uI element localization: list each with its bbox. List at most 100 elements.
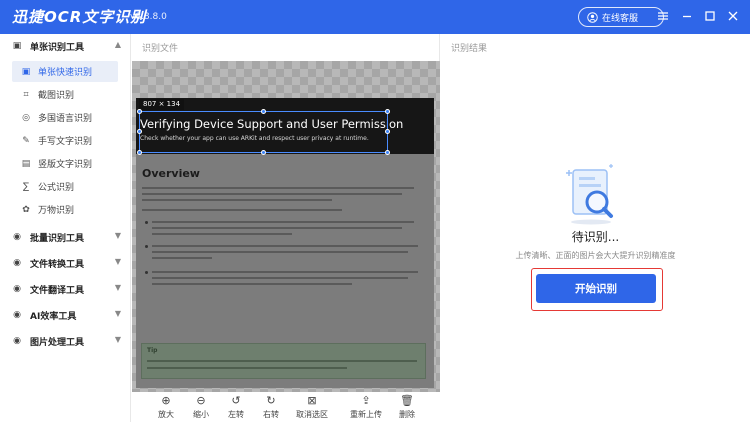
sidebar-item-handwriting[interactable]: ✎ 手写文字识别 bbox=[12, 130, 118, 151]
start-recognition-button[interactable]: 开始识别 bbox=[536, 274, 656, 303]
pending-status: 待识别... bbox=[571, 230, 620, 244]
upload-icon: ⇪ bbox=[361, 394, 371, 407]
document-text-line bbox=[142, 199, 332, 201]
resize-handle[interactable] bbox=[385, 109, 390, 114]
preview-toolbar: ⊕ 放大 ⊖ 缩小 ↺ 左转 ↻ 右转 ⊠ 取消选区 ⇪ 重新上传 🗑 删除 bbox=[132, 392, 440, 422]
sidebar-item-formula[interactable]: ∑ 公式识别 bbox=[12, 176, 118, 197]
zoom-in-button[interactable]: ⊕ 放大 bbox=[146, 394, 186, 422]
document-text-line bbox=[152, 271, 418, 273]
trash-icon: 🗑 bbox=[400, 394, 414, 407]
document-text-line bbox=[142, 187, 414, 189]
sidebar-item-quick-recognition[interactable]: ▣ 单张快速识别 bbox=[12, 61, 118, 82]
image-icon: ▣ bbox=[12, 41, 22, 51]
reupload-label: 重新上传 bbox=[350, 410, 382, 419]
document-text-line bbox=[142, 193, 402, 195]
title-bar: 迅捷OCR文字识别 v8.8.8.0 在线客服 bbox=[0, 0, 750, 34]
rotate-left-button[interactable]: ↺ 左转 bbox=[216, 394, 256, 422]
sidebar-group-label: 图片处理工具 bbox=[30, 337, 85, 348]
app-version: v8.8.8.0 bbox=[130, 12, 167, 22]
zoom-in-icon: ⊕ bbox=[161, 394, 171, 407]
customer-service-button[interactable]: 在线客服 bbox=[578, 7, 664, 27]
document-section-heading: Overview bbox=[142, 167, 200, 180]
zoom-out-button[interactable]: ⊖ 缩小 bbox=[181, 394, 221, 422]
close-icon[interactable] bbox=[726, 9, 740, 23]
sidebar-group-label: 文件翻译工具 bbox=[30, 285, 85, 296]
sidebar-item-label: 截图识别 bbox=[38, 91, 75, 101]
sidebar-item-object[interactable]: ✿ 万物识别 bbox=[12, 199, 118, 220]
sidebar-item-label: 万物识别 bbox=[38, 206, 75, 216]
document-bullet bbox=[145, 245, 148, 248]
sidebar-group-label: 单张识别工具 bbox=[30, 42, 85, 53]
cancel-selection-button[interactable]: ⊠ 取消选区 bbox=[292, 394, 332, 422]
selection-size-badge: 807 × 134 bbox=[139, 99, 185, 110]
document-text-line bbox=[152, 283, 352, 285]
zoom-out-icon: ⊖ bbox=[196, 394, 206, 407]
sidebar: ▣ 单张识别工具 ▲ ▣ 单张快速识别 ⌗ 截图识别 ◎ 多国语言识别 ✎ 手写… bbox=[0, 34, 131, 422]
delete-label: 删除 bbox=[399, 410, 415, 419]
upload-hint: 上传清晰、正面的图片会大大提升识别精准度 bbox=[515, 251, 676, 260]
resize-handle[interactable] bbox=[137, 129, 142, 134]
rotate-right-button[interactable]: ↻ 右转 bbox=[251, 394, 291, 422]
flower-icon: ✿ bbox=[22, 204, 30, 215]
sidebar-group-image-process[interactable]: ◉ 图片处理工具 ▼ bbox=[0, 330, 131, 352]
document-text-line bbox=[152, 277, 408, 279]
sidebar-group-batch[interactable]: ◉ 批量识别工具 ▼ bbox=[0, 226, 131, 248]
document-text-line bbox=[152, 221, 414, 223]
resize-handle[interactable] bbox=[137, 109, 142, 114]
resize-handle[interactable] bbox=[261, 150, 266, 155]
pen-icon: ✎ bbox=[22, 135, 30, 146]
minimize-icon[interactable] bbox=[680, 9, 694, 23]
chevron-down-icon: ▼ bbox=[114, 309, 121, 318]
sidebar-group-ai[interactable]: ◉ AI效率工具 ▼ bbox=[0, 304, 131, 326]
resize-handle[interactable] bbox=[137, 150, 142, 155]
selection-box[interactable] bbox=[137, 109, 390, 155]
delete-button[interactable]: 🗑 删除 bbox=[387, 394, 427, 422]
chevron-down-icon: ▼ bbox=[114, 257, 121, 266]
sidebar-item-label: 竖版文字识别 bbox=[38, 160, 93, 170]
sidebar-group-label: 文件转换工具 bbox=[30, 259, 85, 270]
sidebar-group-single[interactable]: ▣ 单张识别工具 ▲ bbox=[0, 35, 131, 57]
document-bullet bbox=[145, 221, 148, 224]
document-text-line bbox=[152, 257, 212, 259]
document-text-line bbox=[147, 360, 417, 362]
file-panel: 识别文件 Verifying Device Support and User P… bbox=[132, 34, 440, 422]
resize-handle[interactable] bbox=[385, 150, 390, 155]
maximize-icon[interactable] bbox=[703, 9, 717, 23]
sidebar-group-translate[interactable]: ◉ 文件翻译工具 ▼ bbox=[0, 278, 131, 300]
sidebar-item-label: 手写文字识别 bbox=[38, 137, 93, 147]
document-tip-label: Tip bbox=[147, 347, 158, 354]
resize-handle[interactable] bbox=[261, 109, 266, 114]
image-process-icon: ◉ bbox=[13, 336, 21, 346]
crop-icon: ⌗ bbox=[23, 89, 29, 100]
sidebar-group-convert[interactable]: ◉ 文件转换工具 ▼ bbox=[0, 252, 131, 274]
sidebar-item-multilanguage[interactable]: ◎ 多国语言识别 bbox=[12, 107, 118, 128]
cancel-selection-icon: ⊠ bbox=[307, 394, 317, 407]
chevron-down-icon: ▼ bbox=[114, 283, 121, 292]
result-panel: 识别结果 待识别... 上传清晰、正面的图片会大大提升识别精准度 开始识别 bbox=[441, 34, 750, 422]
chevron-down-icon: ▼ bbox=[114, 335, 121, 344]
document-search-icon bbox=[566, 164, 613, 225]
sidebar-item-label: 公式识别 bbox=[38, 183, 75, 193]
rotate-left-label: 左转 bbox=[228, 410, 244, 419]
zoom-in-label: 放大 bbox=[158, 410, 174, 419]
batch-icon: ◉ bbox=[13, 232, 21, 242]
file-panel-label: 识别文件 bbox=[142, 44, 179, 54]
rotate-right-label: 右转 bbox=[263, 410, 279, 419]
globe-icon: ◎ bbox=[22, 112, 30, 123]
user-icon bbox=[587, 11, 598, 23]
resize-handle[interactable] bbox=[385, 129, 390, 134]
reupload-button[interactable]: ⇪ 重新上传 bbox=[346, 394, 386, 422]
customer-service-label: 在线客服 bbox=[602, 13, 639, 24]
rotate-right-icon: ↻ bbox=[266, 394, 276, 407]
menu-icon[interactable] bbox=[656, 9, 670, 23]
sidebar-item-label: 多国语言识别 bbox=[38, 114, 93, 124]
document-text-line bbox=[152, 233, 292, 235]
document-bullet bbox=[145, 271, 148, 274]
document-text-line bbox=[152, 227, 402, 229]
sidebar-item-vertical-text[interactable]: ▤ 竖版文字识别 bbox=[12, 153, 118, 174]
sidebar-item-screenshot[interactable]: ⌗ 截图识别 bbox=[12, 84, 118, 105]
image-preview[interactable]: Verifying Device Support and User Permis… bbox=[132, 61, 440, 416]
app-title: 迅捷OCR文字识别 bbox=[12, 8, 147, 26]
sidebar-group-label: 批量识别工具 bbox=[30, 233, 85, 244]
zoom-out-label: 缩小 bbox=[193, 410, 209, 419]
